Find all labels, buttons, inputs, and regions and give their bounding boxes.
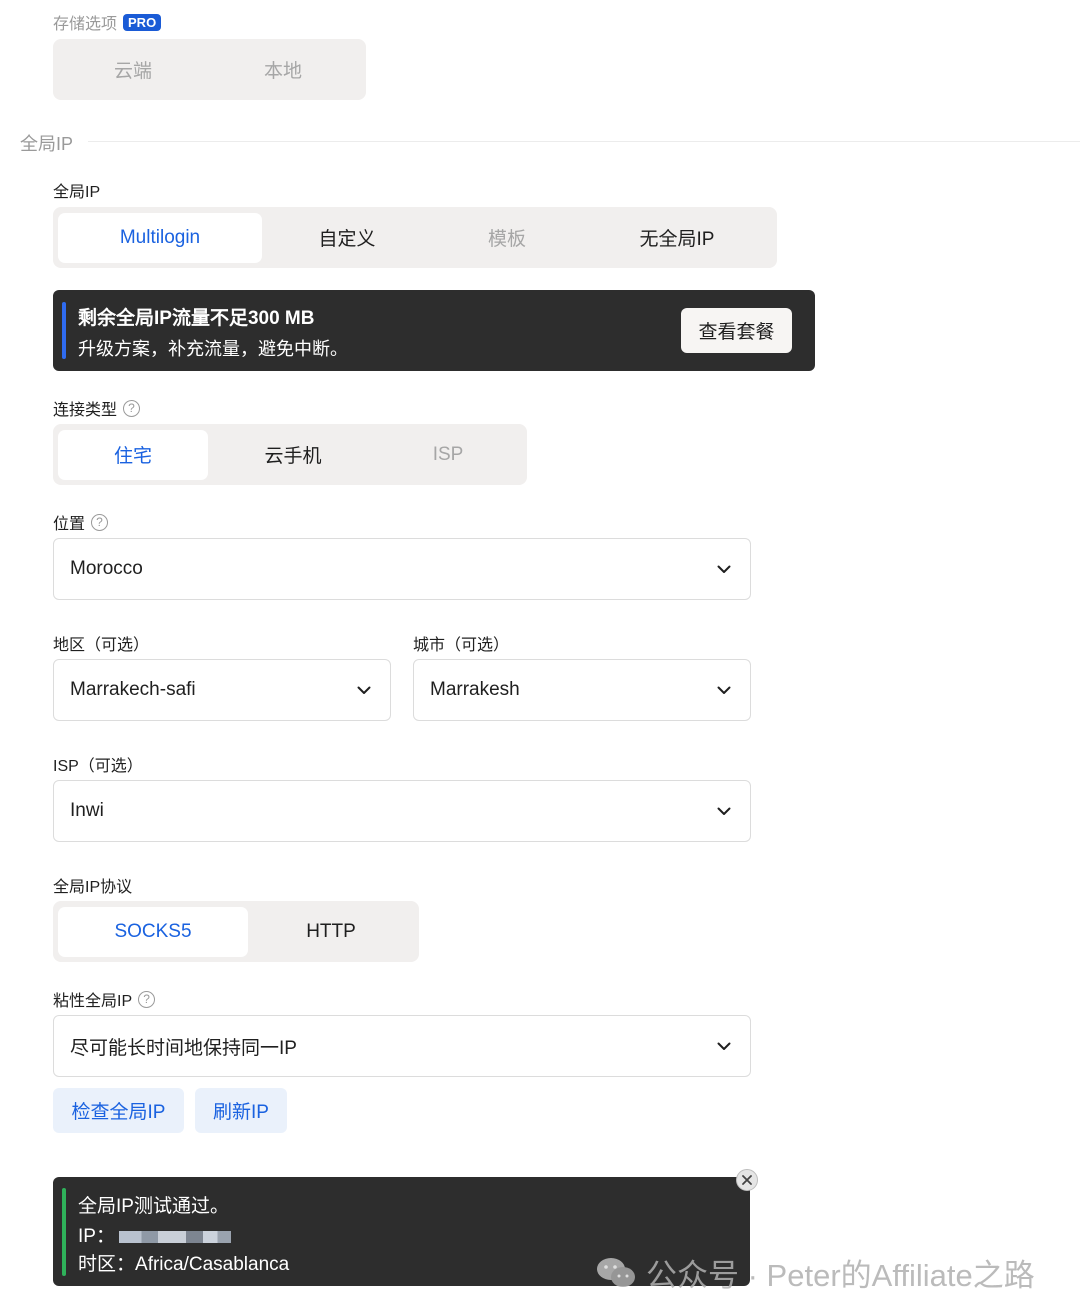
- tab-http[interactable]: HTTP: [248, 907, 414, 957]
- location-select[interactable]: Morocco: [53, 538, 751, 600]
- protocol-segment: SOCKS5 HTTP: [53, 901, 419, 962]
- city-label-text: 城市（可选）: [413, 637, 510, 654]
- storage-label: 存储选项 PRO: [53, 10, 162, 34]
- city-value: Marrakesh: [430, 679, 520, 700]
- sticky-ip-label: 粘性全局IP ?: [53, 987, 156, 1011]
- global-ip-label-text: 全局IP: [53, 184, 101, 201]
- tab-multilogin[interactable]: Multilogin: [58, 212, 262, 263]
- sticky-ip-select[interactable]: 尽可能长时间地保持同一IP: [53, 1015, 751, 1077]
- chevron-down-icon: [716, 561, 732, 577]
- city-label: 城市（可选）: [413, 631, 509, 655]
- chevron-down-icon: [716, 1038, 732, 1054]
- storage-option-local[interactable]: 本地: [208, 45, 358, 95]
- toast-ip-row: IP：: [78, 1221, 231, 1248]
- global-ip-label: 全局IP: [53, 178, 100, 202]
- connection-type-label-text: 连接类型: [53, 402, 118, 419]
- region-value: Marrakech-safi: [70, 679, 196, 700]
- help-icon[interactable]: ?: [138, 990, 156, 1008]
- isp-label-text: ISP（可选）: [53, 758, 143, 775]
- region-label-text: 地区（可选）: [53, 637, 150, 654]
- watermark: 公众号 · Peter的Affiliate之路: [596, 1250, 1035, 1295]
- location-label: 位置 ?: [53, 510, 109, 534]
- ip-redacted-mask: [118, 1230, 231, 1243]
- protocol-label: 全局IP协议: [53, 873, 132, 897]
- storage-option-cloud[interactable]: 云端: [58, 45, 208, 95]
- watermark-text: 公众号 · Peter的Affiliate之路: [646, 1258, 1035, 1293]
- location-label-text: 位置: [53, 516, 86, 533]
- region-select[interactable]: Marrakech-safi: [53, 659, 391, 721]
- protocol-label-text: 全局IP协议: [53, 879, 133, 896]
- section-divider: [88, 141, 1080, 142]
- connection-type-segment: 住宅 云手机 ISP: [53, 424, 527, 485]
- view-plans-button[interactable]: 查看套餐: [681, 308, 792, 353]
- connection-type-label: 连接类型 ?: [53, 396, 141, 420]
- tab-isp[interactable]: ISP: [378, 430, 518, 480]
- storage-segment: 云端 本地: [53, 39, 366, 100]
- chevron-down-icon: [716, 803, 732, 819]
- isp-label: ISP（可选）: [53, 752, 143, 776]
- toast-message: 全局IP测试通过。: [78, 1196, 229, 1217]
- global-ip-segment: Multilogin 自定义 模板 无全局IP: [53, 207, 777, 268]
- banner-accent-bar: [62, 302, 66, 359]
- toast-ip-label: IP：: [78, 1226, 115, 1247]
- toast-timezone-label: 时区：: [78, 1254, 136, 1275]
- location-value: Morocco: [70, 558, 143, 579]
- pro-badge: PRO: [123, 13, 162, 31]
- banner-subtitle: 升级方案，补充流量，避免中断。: [78, 339, 348, 359]
- chevron-down-icon: [356, 682, 372, 698]
- banner-title: 剩余全局IP流量不足300 MB: [78, 308, 315, 329]
- city-select[interactable]: Marrakesh: [413, 659, 751, 721]
- close-icon[interactable]: [736, 1169, 758, 1191]
- tab-residential[interactable]: 住宅: [58, 429, 208, 480]
- isp-value: Inwi: [70, 800, 104, 821]
- check-global-ip-button[interactable]: 检查全局IP: [53, 1088, 184, 1133]
- help-icon[interactable]: ?: [123, 399, 141, 417]
- tab-template[interactable]: 模板: [432, 213, 582, 263]
- toast-timezone-row: 时区：Africa/Casablanca: [78, 1249, 289, 1276]
- chevron-down-icon: [716, 682, 732, 698]
- sticky-ip-value: 尽可能长时间地保持同一IP: [70, 1037, 297, 1059]
- tab-cloud-phone[interactable]: 云手机: [208, 430, 378, 480]
- tab-no-global-ip[interactable]: 无全局IP: [582, 213, 772, 263]
- storage-label-text: 存储选项: [53, 16, 118, 33]
- tab-custom[interactable]: 自定义: [262, 213, 432, 263]
- section-title: 全局IP: [20, 134, 74, 154]
- refresh-ip-button[interactable]: 刷新IP: [195, 1088, 287, 1133]
- sticky-ip-label-text: 粘性全局IP: [53, 993, 133, 1010]
- wechat-icon: [597, 1257, 635, 1287]
- toast-timezone-value: Africa/Casablanca: [135, 1254, 290, 1275]
- toast-accent-bar: [62, 1188, 66, 1276]
- isp-select[interactable]: Inwi: [53, 780, 751, 842]
- region-label: 地区（可选）: [53, 631, 149, 655]
- help-icon[interactable]: ?: [91, 513, 109, 531]
- tab-socks5[interactable]: SOCKS5: [58, 906, 248, 957]
- traffic-warning-banner: 剩余全局IP流量不足300 MB 升级方案，补充流量，避免中断。 查看套餐: [53, 290, 815, 371]
